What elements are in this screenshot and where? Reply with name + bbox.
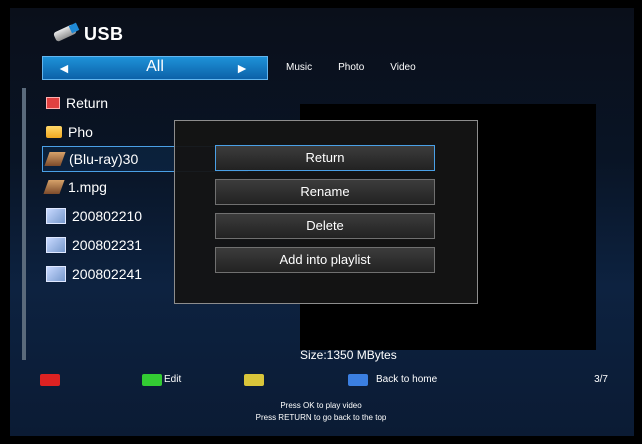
hint-line-2: Press RETURN to go back to the top [255, 413, 387, 422]
file-size-text: Size:1350 MBytes [300, 348, 397, 362]
category-label: All [146, 58, 164, 75]
usb-drive-icon [50, 22, 80, 46]
tab-photo[interactable]: Photo [338, 62, 364, 73]
scroll-rail [22, 88, 26, 360]
list-item-label: 200802241 [72, 265, 143, 282]
menu-delete-button[interactable]: Delete [215, 213, 435, 239]
photo-file-icon [46, 207, 66, 224]
menu-add-playlist-button[interactable]: Add into playlist [215, 247, 435, 273]
bottom-bar: Edit Back to home 3/7 [26, 374, 634, 388]
filter-tabs: Music Photo Video [286, 62, 416, 73]
video-file-icon [44, 152, 66, 166]
page-indicator: 3/7 [594, 374, 608, 385]
folder-icon [46, 125, 62, 138]
hint-line-1: Press OK to play video [280, 401, 362, 410]
video-file-icon [43, 179, 65, 194]
edit-label: Edit [164, 374, 182, 385]
list-item-label: Pho [68, 123, 93, 140]
list-item-label: 1.mpg [68, 178, 107, 195]
category-selector[interactable]: ◄ All ► [42, 56, 268, 80]
photo-file-icon [46, 236, 66, 253]
yellow-key-icon[interactable] [244, 374, 264, 386]
hint-text: Press OK to play video Press RETURN to g… [0, 400, 642, 424]
blue-key-icon[interactable] [348, 374, 368, 386]
list-item-return[interactable]: Return [28, 88, 266, 117]
menu-return-button[interactable]: Return [215, 145, 435, 171]
menu-rename-button[interactable]: Rename [215, 179, 435, 205]
back-home-label: Back to home [376, 374, 438, 385]
list-item-label: 200802231 [72, 236, 143, 253]
context-menu: Return Rename Delete Add into playlist [174, 120, 478, 304]
tab-video[interactable]: Video [390, 62, 415, 73]
red-key-icon[interactable] [40, 374, 60, 386]
usb-title: USB [84, 23, 124, 44]
green-key-icon[interactable] [142, 374, 162, 386]
list-item-label: 200802210 [72, 207, 143, 224]
photo-file-icon [46, 265, 66, 282]
return-icon [46, 96, 60, 109]
tab-music[interactable]: Music [286, 62, 312, 73]
list-item-label: Return [66, 94, 109, 111]
list-item-label: (Blu-ray)30 [69, 151, 139, 167]
right-arrow-icon[interactable]: ► [235, 60, 249, 76]
usb-header: USB [50, 22, 124, 46]
